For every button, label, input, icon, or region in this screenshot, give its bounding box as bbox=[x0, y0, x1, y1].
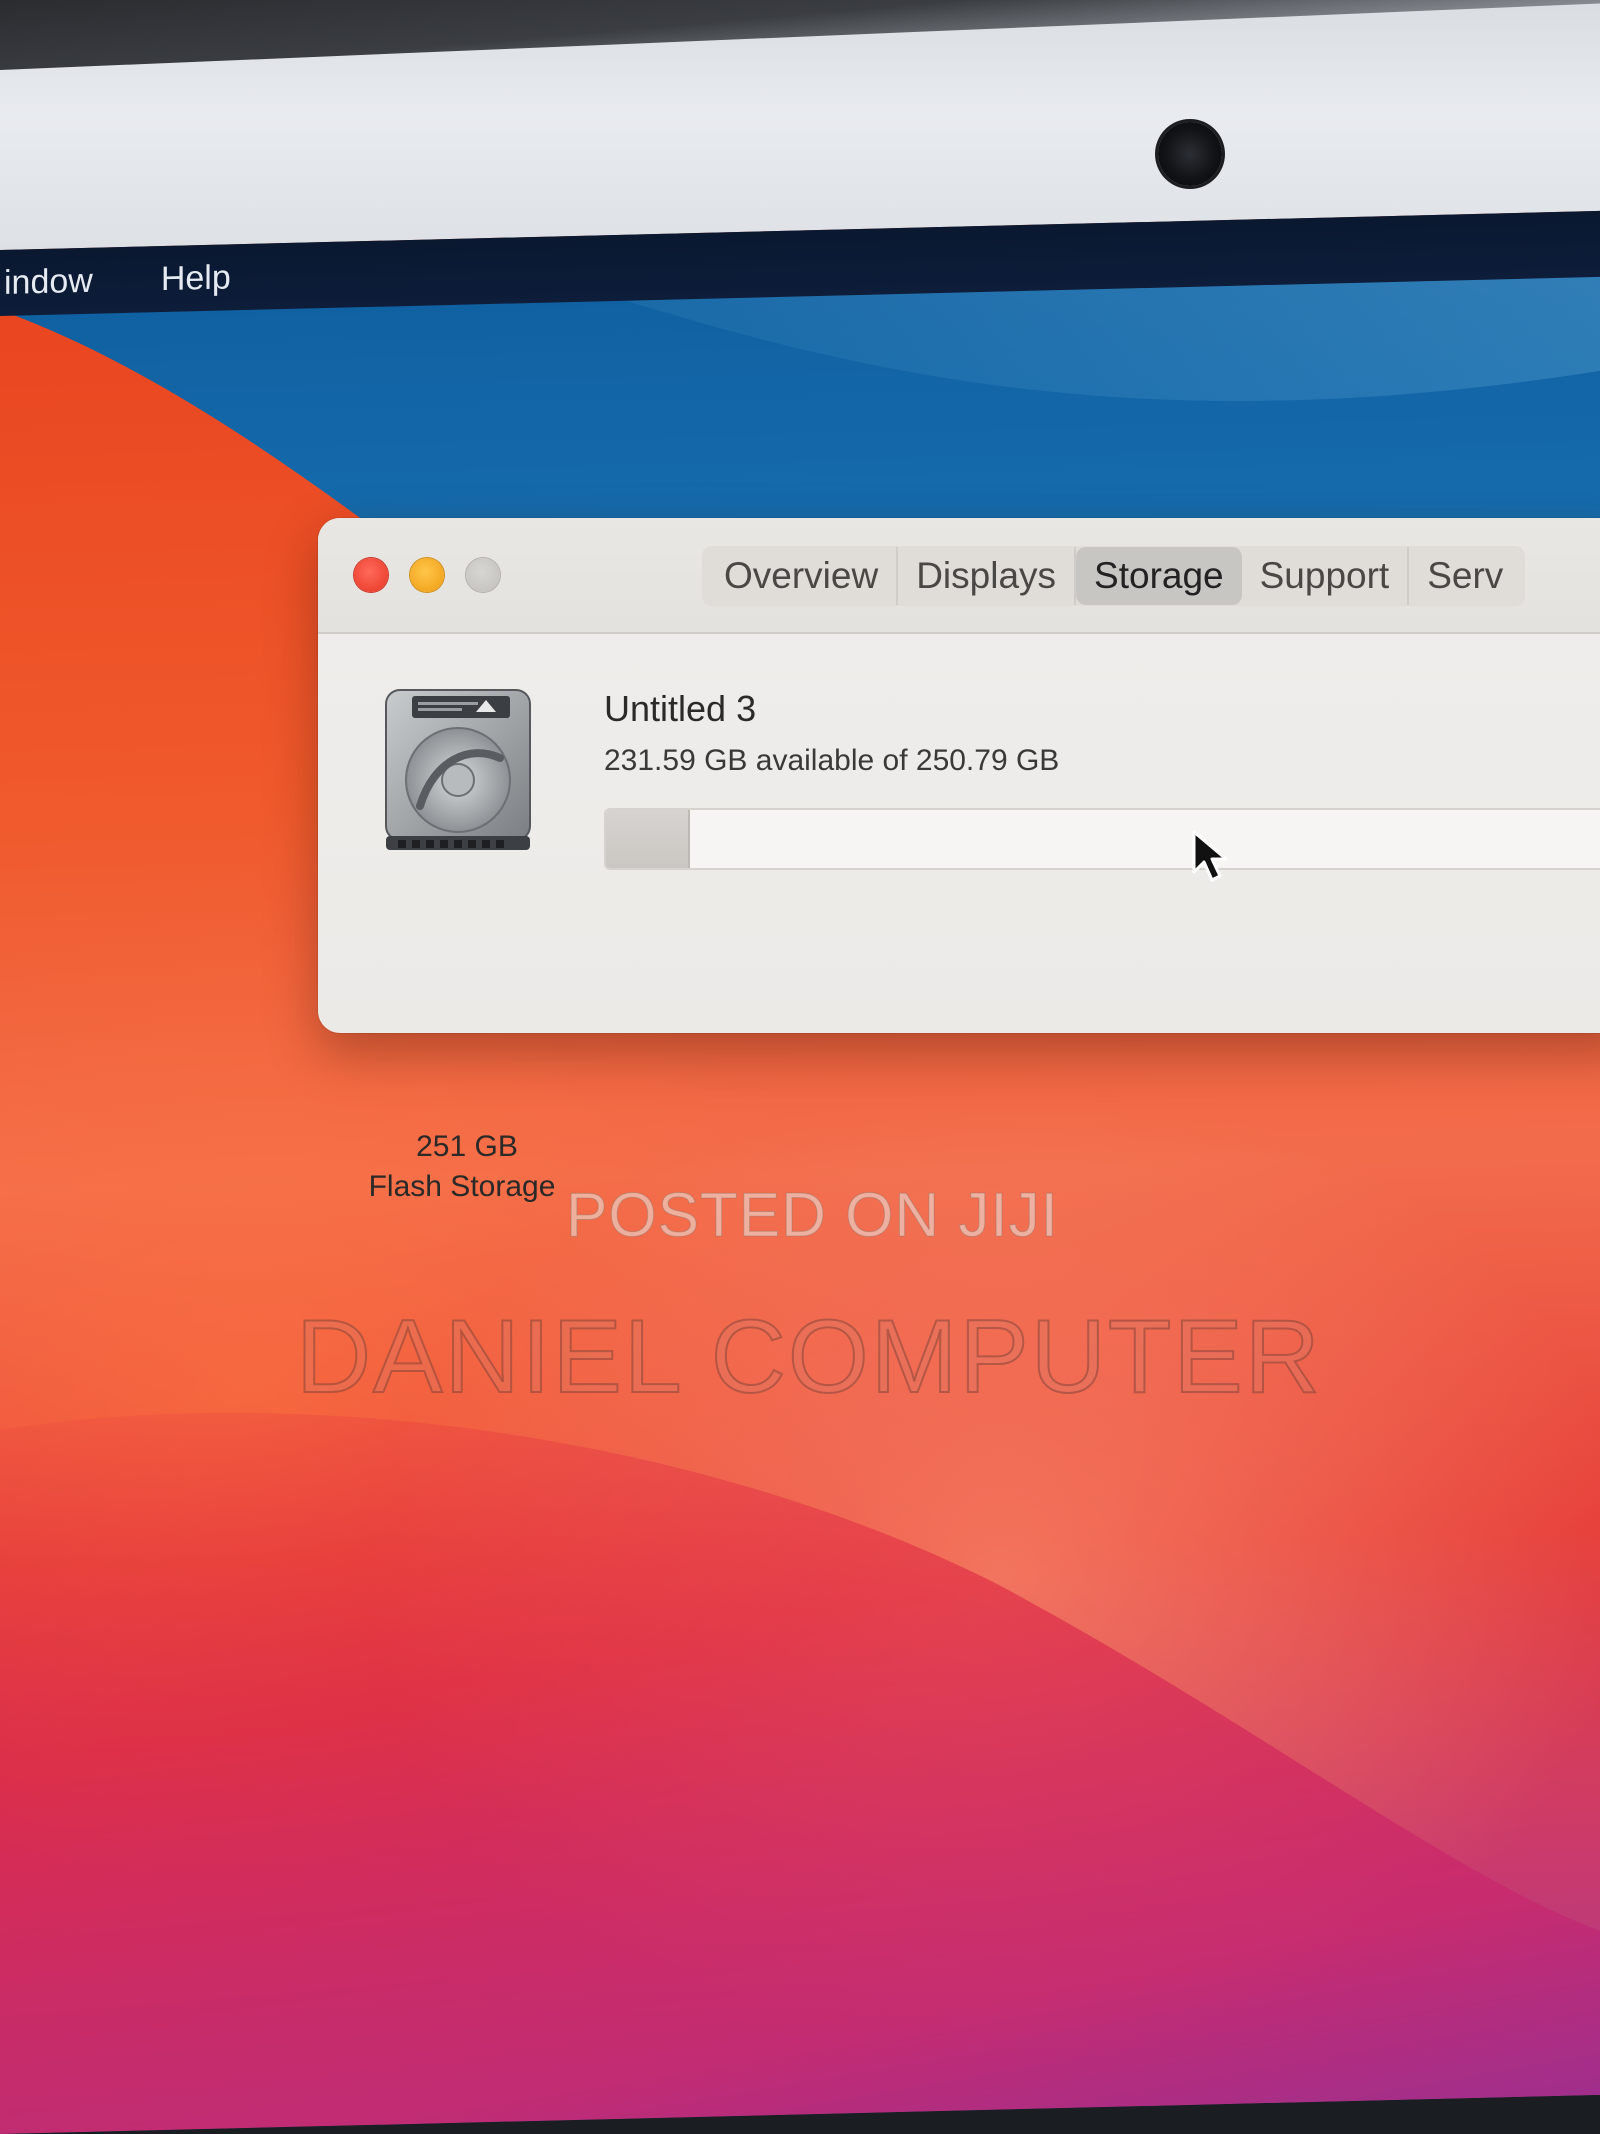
minimize-button[interactable] bbox=[410, 558, 444, 592]
hard-drive-icon bbox=[385, 689, 531, 850]
storage-used-segment bbox=[606, 810, 690, 868]
photo-scene: indow Help Overview Displays Storage Sup… bbox=[0, 0, 1600, 2134]
webcam-icon bbox=[1158, 122, 1222, 186]
tab-support[interactable]: Support bbox=[1242, 547, 1410, 605]
menu-window[interactable]: indow bbox=[0, 261, 113, 303]
watermark-posted-on: POSTED ON JIJI bbox=[566, 1181, 1059, 1251]
volume-name: Untitled 3 bbox=[604, 688, 757, 729]
close-button[interactable] bbox=[354, 558, 388, 592]
tab-displays[interactable]: Displays bbox=[898, 547, 1077, 605]
drive-type-label: Flash Storage bbox=[368, 1170, 556, 1203]
laptop-lid-edge bbox=[0, 0, 1600, 70]
tab-bar: Overview Displays Storage Support Serv bbox=[702, 546, 1526, 606]
about-this-mac-window: Overview Displays Storage Support Serv U… bbox=[318, 518, 1600, 1033]
watermark-seller: DANIEL COMPUTER bbox=[295, 1298, 1322, 1416]
tab-storage[interactable]: Storage bbox=[1076, 547, 1242, 605]
menu-help[interactable]: Help bbox=[141, 257, 251, 299]
storage-usage-bar bbox=[604, 808, 1600, 870]
window-titlebar: Overview Displays Storage Support Serv bbox=[318, 518, 1600, 634]
mouse-pointer-icon bbox=[1192, 830, 1228, 882]
zoom-button[interactable] bbox=[466, 558, 500, 592]
tab-overview[interactable]: Overview bbox=[706, 547, 899, 605]
drive-size-label: 251 GB bbox=[416, 1130, 518, 1163]
volume-availability: 231.59 GB available of 250.79 GB bbox=[604, 744, 1060, 777]
desktop-screen: indow Help bbox=[0, 210, 1600, 2134]
tab-service[interactable]: Serv bbox=[1409, 547, 1521, 605]
wallpaper-lower-wave bbox=[0, 1311, 1600, 2134]
